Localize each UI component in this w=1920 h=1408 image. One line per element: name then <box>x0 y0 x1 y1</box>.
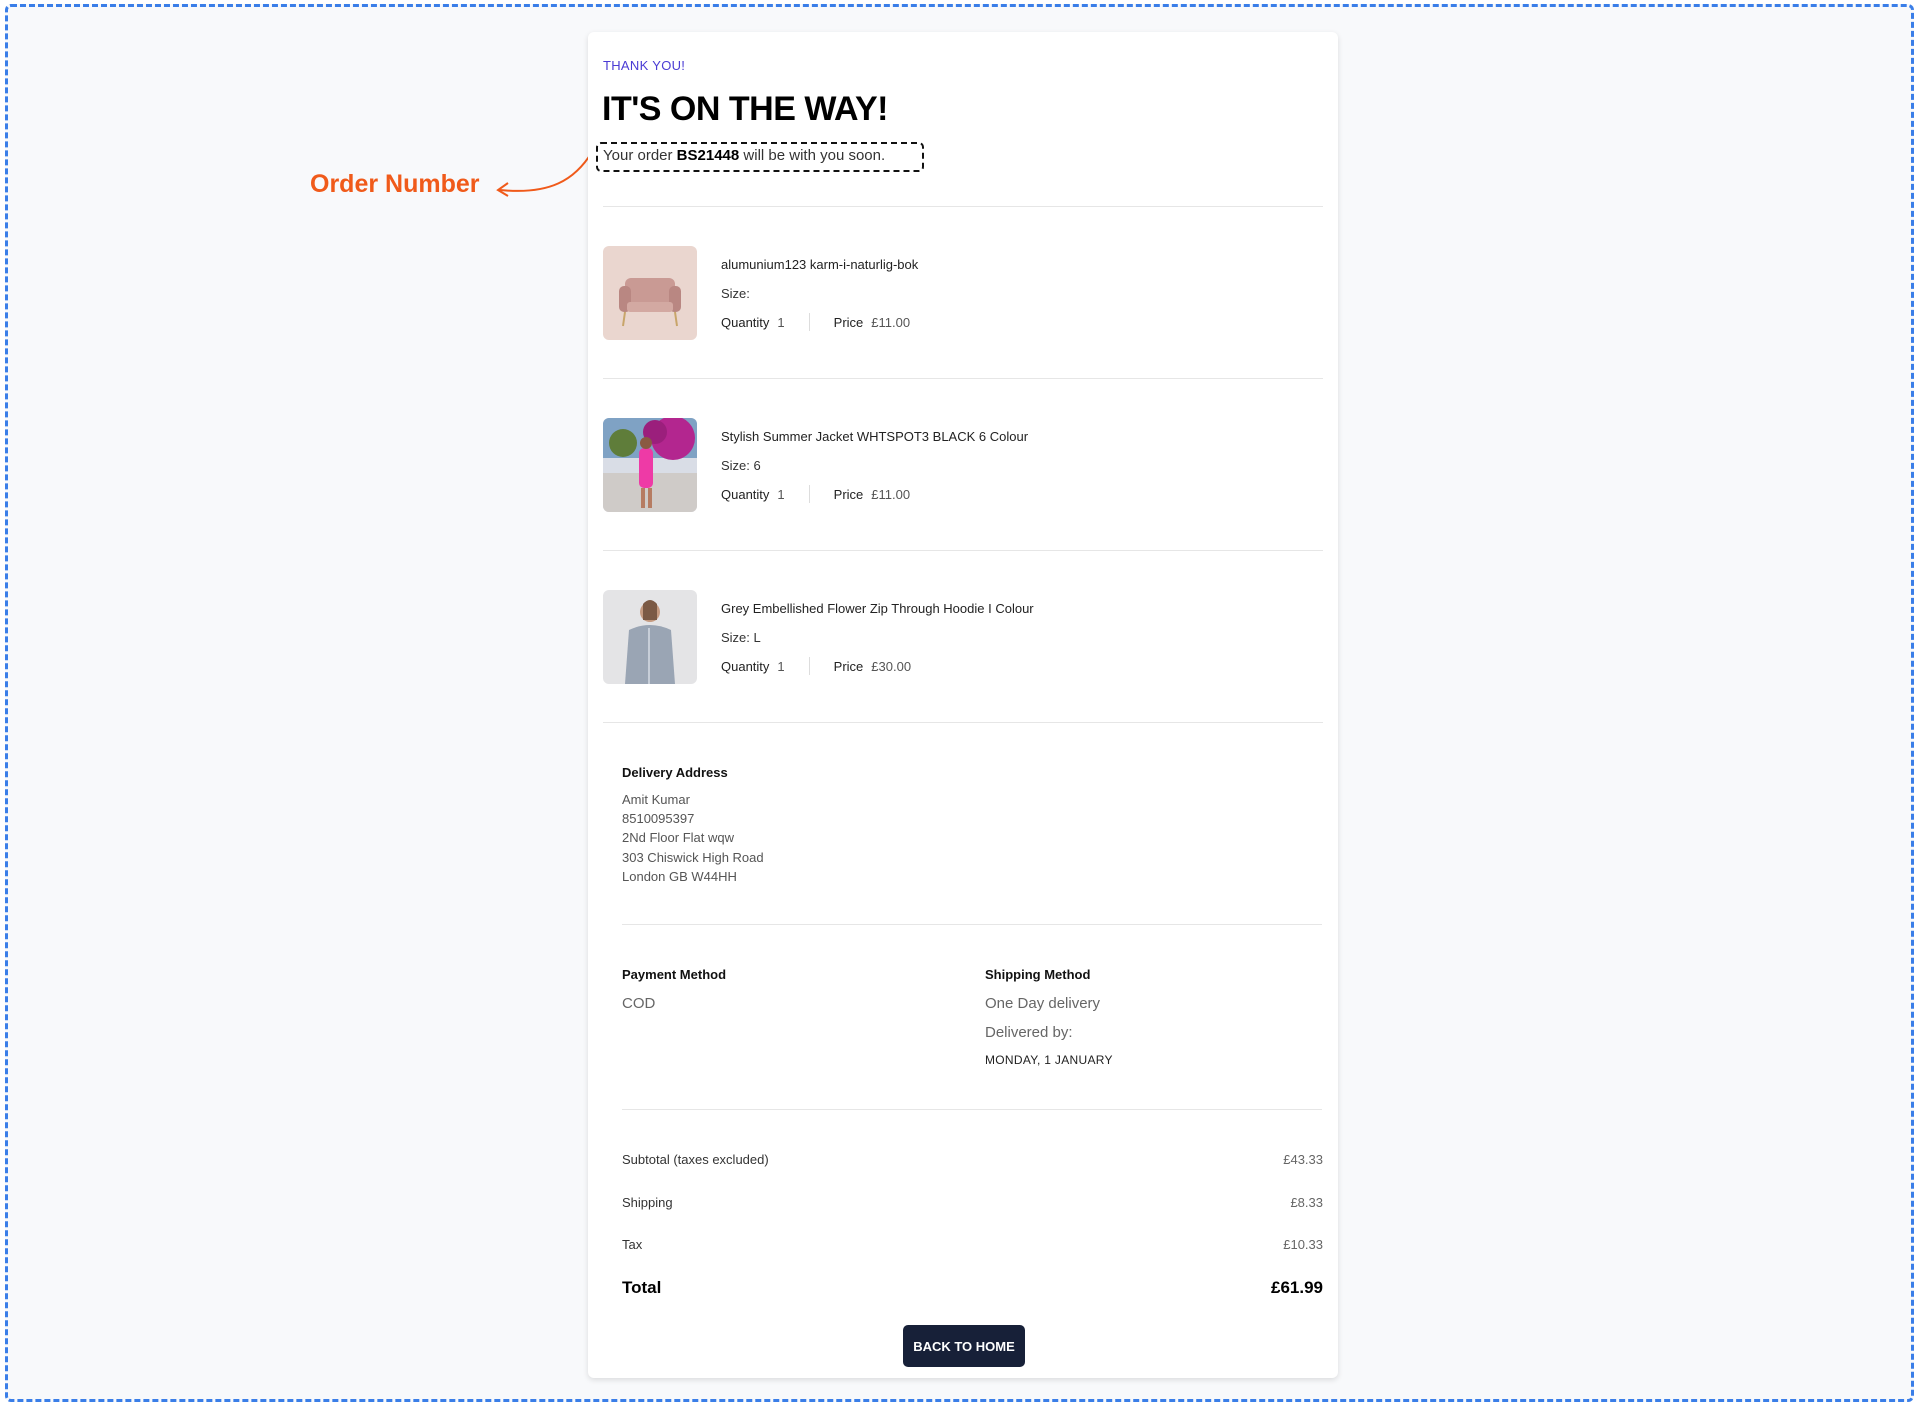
item-meta: Quantity 1 Price £11.00 <box>721 485 910 503</box>
total-value: £61.99 <box>1271 1278 1323 1297</box>
tax-value: £10.33 <box>1283 1237 1323 1252</box>
price-value: £30.00 <box>871 658 912 674</box>
quantity-value: 1 <box>777 314 785 330</box>
divider <box>603 722 1323 723</box>
address-line: 2Nd Floor Flat wqw <box>622 830 734 845</box>
page-title: IT'S ON THE WAY! <box>602 90 888 128</box>
product-image-summer-jacket <box>603 418 697 512</box>
shipping-method-value: One Day delivery <box>985 995 1101 1012</box>
price-value: £11.00 <box>871 486 911 502</box>
meta-separator <box>808 313 810 331</box>
subtotal-label: Subtotal (taxes excluded) <box>622 1152 769 1167</box>
divider <box>603 206 1323 207</box>
order-number-annotation: Order Number <box>310 170 480 198</box>
item-meta: Quantity 1 Price £30.00 <box>721 657 911 675</box>
item-size: Size: <box>721 286 750 301</box>
back-to-home-button[interactable]: BACK TO HOME <box>903 1325 1025 1367</box>
order-prefix: Your order <box>603 147 673 164</box>
subtotal-value: £43.33 <box>1283 1152 1323 1167</box>
address-line: Amit Kumar <box>622 792 690 807</box>
quantity-value: 1 <box>777 486 785 502</box>
item-size: Size: L <box>721 630 761 645</box>
meta-separator <box>808 657 810 675</box>
order-message: Your order BS21448 will be with you soon… <box>603 147 885 164</box>
quantity-value: 1 <box>777 658 785 674</box>
thank-you-eyebrow: THANK YOU! <box>603 58 686 73</box>
divider <box>603 550 1323 551</box>
order-suffix: will be with you soon. <box>743 147 886 164</box>
order-number: BS21448 <box>676 147 740 164</box>
order-item: Stylish Summer Jacket WHTSPOT3 BLACK 6 C… <box>603 418 1323 514</box>
address-line: 8510095397 <box>622 811 695 826</box>
item-meta: Quantity 1 Price £11.00 <box>721 313 910 331</box>
item-name: Stylish Summer Jacket WHTSPOT3 BLACK 6 C… <box>721 429 1029 444</box>
delivery-date: MONDAY, 1 JANUARY <box>985 1053 1113 1067</box>
order-item: alumunium123 karm-i-naturlig-bok Size: Q… <box>603 246 1323 342</box>
divider <box>603 378 1323 379</box>
total-label: Total <box>622 1278 662 1297</box>
price-label: Price <box>833 486 864 502</box>
annotation-arrow-icon <box>496 151 593 197</box>
product-image-grey-hoodie <box>603 590 697 684</box>
divider <box>622 1109 1322 1110</box>
quantity-label: Quantity <box>721 658 770 674</box>
divider <box>622 924 1322 925</box>
tax-label: Tax <box>622 1237 643 1252</box>
payment-method-value: COD <box>622 995 656 1012</box>
price-value: £11.00 <box>871 314 911 330</box>
shipping-value: £8.33 <box>1290 1195 1323 1210</box>
quantity-label: Quantity <box>721 314 770 330</box>
address-line: 303 Chiswick High Road <box>622 850 764 865</box>
meta-separator <box>808 485 810 503</box>
price-label: Price <box>833 658 864 674</box>
order-confirmation-card: THANK YOU! IT'S ON THE WAY! Your order B… <box>588 32 1338 1378</box>
shipping-label: Shipping <box>622 1195 673 1210</box>
delivered-by-label: Delivered by: <box>985 1024 1073 1041</box>
item-name: Grey Embellished Flower Zip Through Hood… <box>721 601 1034 616</box>
delivery-address-title: Delivery Address <box>622 765 728 780</box>
price-label: Price <box>833 314 864 330</box>
product-image-armchair <box>603 246 697 340</box>
shipping-method-title: Shipping Method <box>985 967 1091 982</box>
quantity-label: Quantity <box>721 486 770 502</box>
item-size: Size: 6 <box>721 458 761 473</box>
item-name: alumunium123 karm-i-naturlig-bok <box>721 257 919 272</box>
order-item: Grey Embellished Flower Zip Through Hood… <box>603 590 1323 686</box>
address-line: London GB W44HH <box>622 869 737 884</box>
payment-method-title: Payment Method <box>622 967 727 982</box>
